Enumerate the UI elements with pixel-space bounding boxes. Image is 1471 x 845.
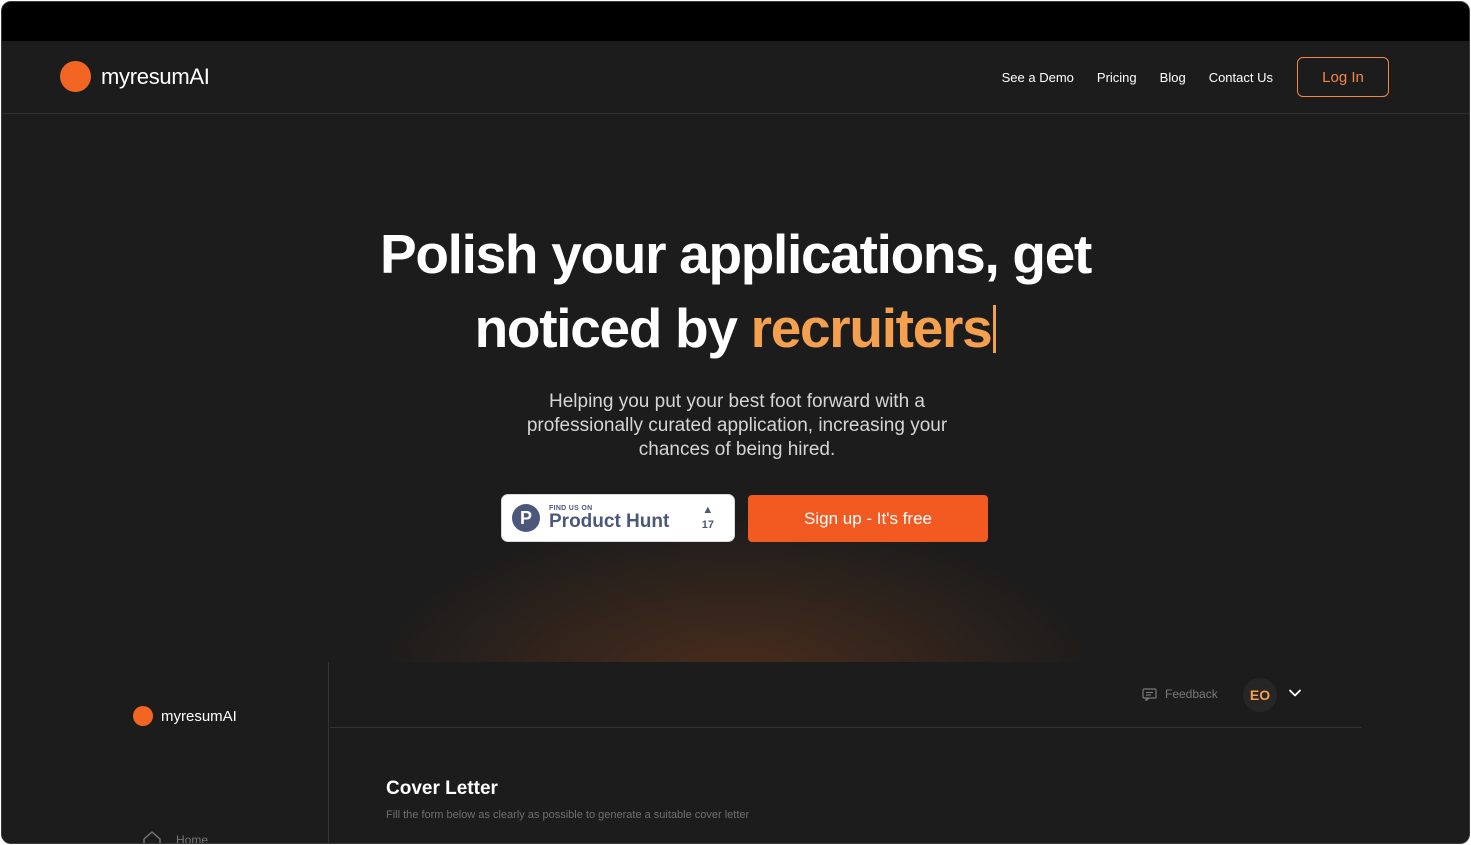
nav-link-pricing[interactable]: Pricing xyxy=(1097,70,1137,85)
hero-subtitle: Helping you put your best foot forward w… xyxy=(526,391,948,460)
preview-sidebar: myresumAI Home xyxy=(2,662,329,844)
product-hunt-big-text: Product Hunt xyxy=(549,510,670,532)
logo-circle-icon xyxy=(60,61,91,92)
brand-name: myresumAI xyxy=(101,63,210,89)
hero-title: Polish your applications, get noticed by… xyxy=(2,217,1469,365)
site-header: myresumAI See a Demo Pricing Blog Contac… xyxy=(2,41,1469,114)
browser-frame: myresumAI See a Demo Pricing Blog Contac… xyxy=(1,1,1470,844)
main-nav: See a Demo Pricing Blog Contact Us xyxy=(1002,70,1273,85)
vote-count: 17 xyxy=(701,519,714,531)
hero-title-highlight: recruiters xyxy=(750,297,993,359)
upvote-triangle-icon: ▲ xyxy=(702,504,714,516)
hero-title-line-2: noticed by xyxy=(474,297,751,359)
product-hunt-votes: ▲ 17 xyxy=(702,504,714,531)
nav-link-see-a-demo[interactable]: See a Demo xyxy=(1002,70,1074,85)
feedback-icon xyxy=(1142,687,1157,701)
typing-cursor xyxy=(993,305,997,353)
preview-topbar: Feedback EO xyxy=(330,662,1361,728)
brand-logo[interactable]: myresumAI xyxy=(60,61,210,92)
signup-button[interactable]: Sign up - It's free xyxy=(748,495,988,542)
cover-letter-title: Cover Letter xyxy=(386,778,498,799)
chevron-down-icon[interactable] xyxy=(1288,688,1302,698)
hero-title-line-1: Polish your applications, get xyxy=(379,223,1092,285)
feedback-label: Feedback xyxy=(1165,687,1218,701)
app-preview: myresumAI Home Feedback EO Cover Letter … xyxy=(2,662,1469,844)
landing-page: myresumAI See a Demo Pricing Blog Contac… xyxy=(2,41,1469,844)
login-button[interactable]: Log In xyxy=(1297,57,1389,97)
nav-link-blog[interactable]: Blog xyxy=(1160,70,1186,85)
logo-circle-icon xyxy=(133,706,153,726)
home-icon xyxy=(143,831,161,843)
product-hunt-badge[interactable]: P FIND US ON Product Hunt ▲ 17 xyxy=(501,494,735,542)
feedback-button[interactable]: Feedback xyxy=(1142,687,1218,701)
preview-brand-logo: myresumAI xyxy=(133,706,237,726)
sidebar-item-label: Home xyxy=(176,833,209,844)
product-hunt-text: FIND US ON Product Hunt xyxy=(549,505,669,532)
cover-letter-subtitle: Fill the form below as clearly as possib… xyxy=(386,809,750,821)
nav-link-contact-us[interactable]: Contact Us xyxy=(1209,70,1273,85)
user-avatar[interactable]: EO xyxy=(1243,678,1277,712)
window-top-bar xyxy=(2,2,1469,41)
preview-brand-name: myresumAI xyxy=(161,707,237,725)
product-hunt-icon: P xyxy=(512,504,540,532)
sidebar-item-home[interactable]: Home xyxy=(142,830,209,844)
